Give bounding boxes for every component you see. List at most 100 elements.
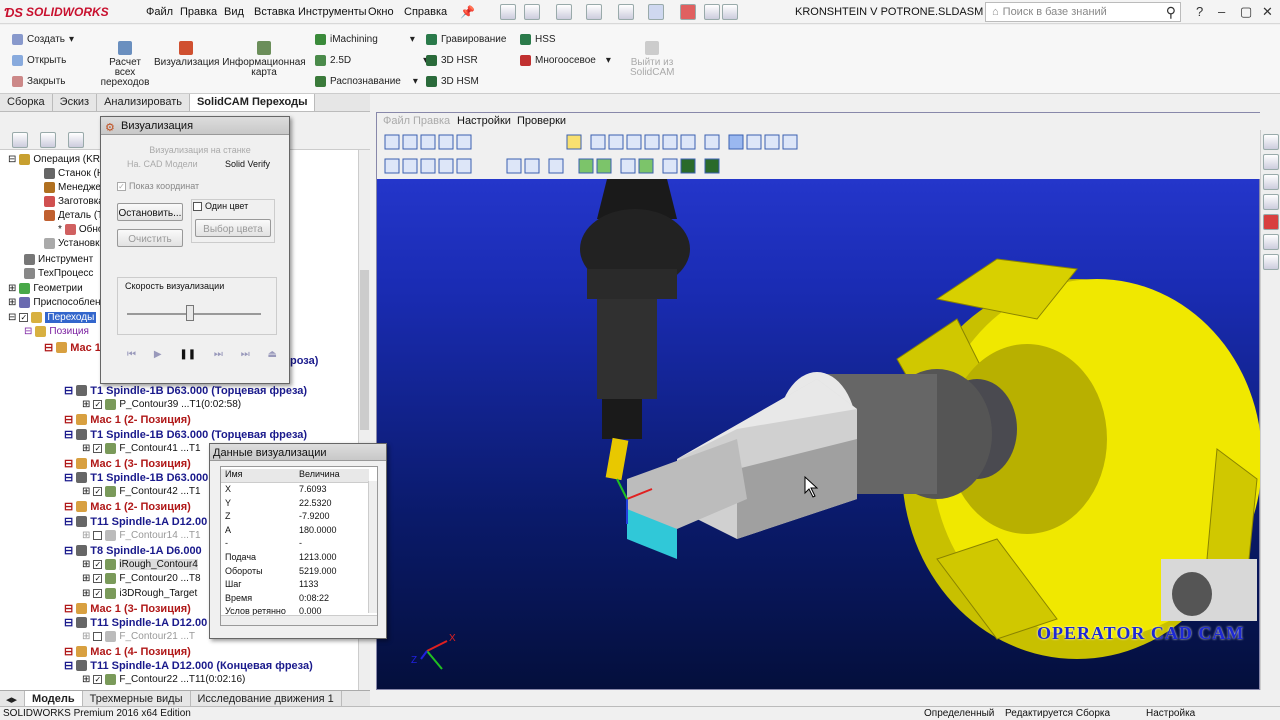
search-icon[interactable]: ⚲ — [1166, 4, 1176, 21]
checkbox[interactable]: ✓ — [93, 444, 103, 453]
table-vscroll[interactable] — [368, 481, 377, 613]
view-palette-icon[interactable] — [1263, 194, 1279, 210]
play-icon[interactable]: ▶ — [154, 349, 162, 360]
eject-icon[interactable]: ⏏ — [268, 349, 277, 360]
nav-arrows-icon[interactable]: ◂▸ — [0, 691, 26, 706]
file-props-icon[interactable] — [704, 4, 720, 20]
stop-button[interactable]: Остановить... — [117, 203, 183, 221]
forum-icon[interactable] — [1263, 254, 1279, 270]
tree-row[interactable]: ⊟ T1 Spindle-1B D63.000 (Торцевая фреза) — [64, 428, 307, 442]
tree-row[interactable]: ⊞ Приспособлен — [8, 297, 101, 308]
print-icon[interactable] — [586, 4, 602, 20]
25d-button[interactable]: 2.5D▾ — [315, 55, 428, 66]
speed-slider-thumb[interactable] — [185, 305, 194, 321]
vp-menu-checks[interactable]: Проверки — [517, 115, 566, 127]
tree-row[interactable]: ⊟ Позиция — [24, 326, 89, 337]
checkbox[interactable]: ✓ — [19, 313, 29, 322]
step-icon[interactable]: ⏭ — [214, 349, 223, 360]
simulation-button[interactable]: Визуализация — [154, 41, 219, 68]
recognition-button[interactable]: Распознавание ▾ — [315, 76, 418, 87]
tree-row[interactable]: Менеджер — [44, 182, 107, 193]
tree-row[interactable]: ⊟ Мас 1 (3- Позиция) — [64, 602, 191, 616]
menu-file[interactable]: Файл — [146, 6, 173, 18]
tree-row[interactable]: ⊞ Геометрии — [8, 283, 83, 294]
hss-button[interactable]: HSS — [520, 34, 556, 45]
tree-row[interactable]: ⊟ Мас 1 — [44, 341, 101, 355]
first-frame-icon[interactable]: ⏮ — [127, 349, 136, 360]
help-icon[interactable]: ? — [1196, 4, 1203, 19]
new-doc-icon[interactable] — [500, 4, 516, 20]
tab-3d-views[interactable]: Трехмерные виды — [83, 691, 191, 706]
file-explorer-icon[interactable] — [1263, 174, 1279, 190]
menu-tools[interactable]: Инструменты — [298, 6, 367, 18]
checkbox[interactable]: ✓ — [93, 675, 103, 684]
tab-motion-study[interactable]: Исследование движения 1 — [191, 691, 342, 706]
calc-all-button[interactable]: Расчет всех переходов — [100, 41, 150, 88]
tab-model[interactable]: Модель — [25, 691, 83, 706]
status-custom[interactable]: Настройка — [1146, 708, 1195, 719]
tree-row[interactable]: ⊞ ✓ F_Contour20 ...T8 — [82, 573, 201, 584]
save-icon[interactable] — [556, 4, 572, 20]
choose-color-button[interactable]: Выбор цвета — [195, 219, 271, 237]
tree-row[interactable]: ⊟ T11 Spindle-1A D12.00 — [64, 616, 207, 630]
design-library-icon[interactable] — [1263, 154, 1279, 170]
3dhsr-button[interactable]: 3D HSR — [426, 55, 478, 66]
pause-icon[interactable]: ❚❚ — [179, 349, 196, 360]
tree-row[interactable]: ⊟ ✓ Переходы — [8, 312, 97, 323]
custom-props-icon[interactable] — [1263, 234, 1279, 250]
tree-row[interactable]: Установк — [44, 238, 99, 249]
checkbox[interactable]: ✓ — [93, 400, 103, 409]
show-coords-checkbox[interactable]: ✓ Показ координат — [117, 181, 199, 191]
tree-row[interactable]: ⊞ ✓ iRough_Contour4 — [82, 559, 198, 570]
table-hscroll[interactable] — [221, 615, 377, 625]
viewport-tool-icons[interactable] — [383, 131, 823, 179]
tree-row[interactable]: ⊟ T8 Spindle-1A D6.000 — [64, 544, 202, 558]
tree-row[interactable]: Заготовка — [44, 196, 104, 207]
vp-menu-file[interactable]: Файл — [383, 115, 410, 127]
tree-row[interactable]: ⊞ ✓ F_Contour42 ...T1 — [82, 486, 201, 497]
exit-solidcam-button[interactable]: Выйти из SolidCAM — [630, 41, 674, 78]
close-icon[interactable]: ✕ — [1262, 4, 1273, 20]
config-icon[interactable] — [68, 132, 84, 148]
home-icon[interactable] — [1263, 134, 1279, 150]
checkbox[interactable]: ✓ — [93, 589, 103, 598]
tree-row[interactable]: Деталь (Т — [44, 210, 103, 221]
feature-tree-icon[interactable] — [12, 132, 28, 148]
menu-help[interactable]: Справка — [404, 6, 447, 18]
menu-edit[interactable]: Правка — [180, 6, 217, 18]
tree-row[interactable]: ⊞ F_Contour21 ...T — [82, 631, 195, 642]
cad-model-tab[interactable]: На. CAD Модели — [127, 159, 198, 169]
tab-sketch[interactable]: Эскиз — [53, 94, 98, 111]
imachining-button[interactable]: iMachining ▾ — [315, 34, 415, 45]
undo-icon[interactable] — [618, 4, 634, 20]
machining-3d-scene[interactable]: X Z — [377, 179, 1261, 691]
tree-row[interactable]: ⊟ Мас 1 (3- Позиция) — [64, 457, 191, 471]
checkbox[interactable] — [93, 632, 103, 641]
tree-row[interactable]: ТехПроцесс — [24, 268, 93, 279]
tree-row[interactable]: Станок (Н — [44, 168, 104, 179]
tree-row[interactable]: ⊟ T1 Spindle-1B D63.000 (Торцевая фреза) — [64, 384, 307, 398]
one-color-checkbox[interactable]: Один цвет — [193, 201, 248, 211]
maximize-icon[interactable]: ▢ — [1240, 4, 1252, 20]
last-frame-icon[interactable]: ⏭ — [241, 349, 250, 360]
speed-slider-track[interactable] — [127, 313, 261, 315]
tab-assembly[interactable]: Сборка — [0, 94, 53, 111]
engraving-button[interactable]: Гравирование — [426, 34, 506, 45]
menu-insert[interactable]: Вставка — [254, 6, 295, 18]
vp-menu-settings[interactable]: Настройки — [457, 115, 511, 127]
checkbox[interactable]: ✓ — [93, 574, 103, 583]
options-gear-icon[interactable] — [722, 4, 738, 20]
minimize-icon[interactable]: – — [1218, 4, 1225, 19]
tree-row[interactable]: ⊞ ✓ F_Contour22 ...T11(0:02:16) — [82, 674, 245, 685]
tab-analyze[interactable]: Анализировать — [97, 94, 190, 111]
tree-row[interactable]: ⊟ Операция (KRO — [8, 154, 108, 165]
checkbox[interactable] — [93, 531, 103, 540]
tree-row[interactable]: ⊟ Мас 1 (2- Позиция) — [64, 413, 191, 427]
tree-row[interactable]: ⊟ T1 Spindle-1B D63.000 — [64, 471, 208, 485]
checkbox[interactable]: ✓ — [93, 560, 103, 569]
close-button[interactable]: Закрыть — [12, 76, 66, 87]
graphics-viewport[interactable]: Файл Правка Настройки Проверки X Z OPERA… — [376, 112, 1261, 691]
solid-verify-tab[interactable]: Solid Verify — [225, 159, 270, 169]
rebuild-icon[interactable] — [680, 4, 696, 20]
tree-row[interactable]: ⊟ Мас 1 (4- Позиция) — [64, 645, 191, 659]
